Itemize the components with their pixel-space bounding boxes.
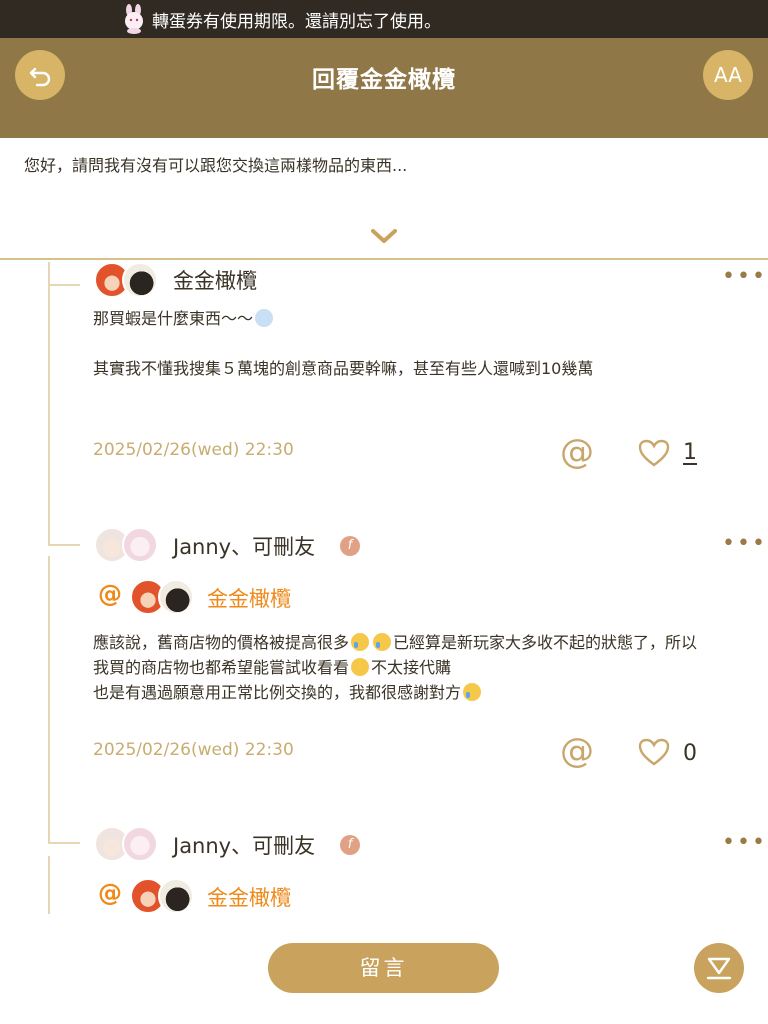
avatar-group[interactable] xyxy=(94,262,158,298)
comment-author[interactable]: Janny、可刪友 xyxy=(173,531,315,561)
notice-banner: 轉蛋券有使用期限。還請別忘了使用。 xyxy=(0,0,768,38)
comment-text: 那買蝦是什麼東西～～ xyxy=(93,306,275,331)
comment-text: 應該說，舊商店物的價格被提高很多 已經算是新玩家大多收不起的狀態了，所以 xyxy=(93,630,697,655)
quoted-post-text: 您好，請問我有沒有可以跟您交換這兩樣物品的東西... xyxy=(24,156,408,175)
notice-text: 轉蛋券有使用期限。還請別忘了使用。 xyxy=(152,11,441,32)
thread-branch xyxy=(48,284,80,286)
crying-emoji-icon xyxy=(463,683,482,701)
comment-text: 我買的商店物也都希望能嘗試收看看 不太接代購 xyxy=(93,655,451,680)
comment-button[interactable]: 留言 xyxy=(268,943,499,993)
comment-line: 不太接代購 xyxy=(371,658,452,677)
mention-at-icon: @ xyxy=(98,879,122,907)
avatar xyxy=(122,527,158,563)
avatar xyxy=(158,579,194,615)
font-size-button[interactable]: AA xyxy=(703,50,753,100)
header-bar: 回覆金金橄欖 AA xyxy=(0,38,768,138)
more-options-button[interactable]: ••• xyxy=(722,531,767,556)
sleepy-emoji-icon xyxy=(351,658,370,676)
thread-line xyxy=(48,556,50,842)
divider xyxy=(0,258,768,260)
comment-author[interactable]: Janny、可刪友 xyxy=(173,830,315,860)
thread-line xyxy=(48,262,50,544)
comment-line: 我買的商店物也都希望能嘗試收看看 xyxy=(93,658,350,677)
scroll-bottom-icon xyxy=(706,957,732,980)
at-icon[interactable]: @ xyxy=(560,432,594,472)
friend-badge: f xyxy=(340,835,360,855)
page-title: 回覆金金橄欖 xyxy=(312,67,456,93)
comment-line: 那買蝦是什麼東西～～ xyxy=(93,309,254,328)
avatar xyxy=(158,878,194,914)
avatar-group[interactable] xyxy=(94,826,158,862)
avatar-group[interactable] xyxy=(94,527,158,563)
comment-text: 其實我不懂我搜集５萬塊的創意商品要幹嘛，甚至有些人還喊到10幾萬 xyxy=(93,359,594,378)
comment-line: 應該說，舊商店物的價格被提高很多 xyxy=(93,633,350,652)
friend-badge: f xyxy=(340,536,360,556)
mention-avatar-group xyxy=(130,878,194,914)
crying-emoji-icon xyxy=(351,633,370,651)
like-count[interactable]: 0 xyxy=(683,741,697,766)
heart-icon[interactable] xyxy=(637,438,671,468)
thread-line xyxy=(48,856,50,914)
crying-emoji-icon xyxy=(373,633,392,651)
chevron-down-icon[interactable] xyxy=(370,226,398,246)
scared-emoji-icon xyxy=(255,309,274,327)
bunny-icon xyxy=(125,4,143,34)
like-count[interactable]: 1 xyxy=(683,440,697,465)
font-size-icon: AA xyxy=(714,63,742,87)
more-options-button[interactable]: ••• xyxy=(722,830,767,855)
comment-line: 已經算是新玩家大多收不起的狀態了，所以 xyxy=(393,633,698,652)
mention-at-icon: @ xyxy=(98,580,122,608)
heart-icon[interactable] xyxy=(637,737,671,767)
scroll-bottom-button[interactable] xyxy=(694,943,744,993)
comment-timestamp: 2025/02/26(wed) 22:30 xyxy=(93,440,294,460)
mention-avatar-group xyxy=(130,579,194,615)
comment-timestamp: 2025/02/26(wed) 22:30 xyxy=(93,740,294,760)
avatar xyxy=(122,262,158,298)
mention-name[interactable]: 金金橄欖 xyxy=(207,583,291,613)
comment-line: 也是有遇過願意用正常比例交換的，我都很感謝對方 xyxy=(93,683,462,702)
thread-branch xyxy=(48,842,80,844)
more-options-button[interactable]: ••• xyxy=(722,264,767,289)
mention-name[interactable]: 金金橄欖 xyxy=(207,882,291,912)
thread-branch xyxy=(48,544,80,546)
avatar xyxy=(122,826,158,862)
at-icon[interactable]: @ xyxy=(560,731,594,771)
comment-author[interactable]: 金金橄欖 xyxy=(173,265,257,295)
comment-text: 也是有遇過願意用正常比例交換的，我都很感謝對方 xyxy=(93,680,483,705)
